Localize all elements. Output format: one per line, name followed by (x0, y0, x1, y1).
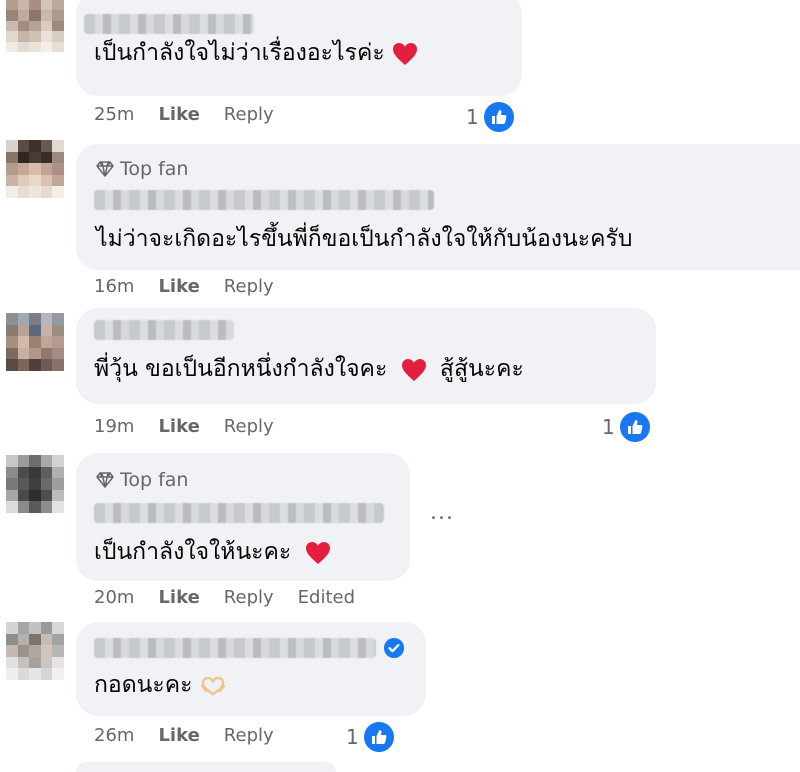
author-name-blurred[interactable] (84, 14, 254, 34)
reply-button[interactable]: Reply (224, 725, 274, 746)
verified-badge-icon (384, 638, 404, 658)
comment-bubble: พี่วุ้น ขอเป็นอีกหนึ่งกำลังใจคะ สู้สู้นะ… (76, 308, 656, 404)
like-icon (481, 100, 516, 134)
timestamp[interactable]: 20m (94, 587, 134, 608)
timestamp[interactable]: 19m (94, 416, 134, 437)
top-fan-badge: Top fan (96, 158, 188, 180)
avatar[interactable] (6, 140, 64, 198)
like-button[interactable]: Like (158, 416, 199, 437)
heart-emoji-icon (401, 358, 426, 381)
reply-button[interactable]: Reply (224, 587, 274, 608)
comment-actions: 25m Like Reply (94, 104, 274, 125)
next-comment-bubble-partial (76, 762, 336, 772)
reply-button[interactable]: Reply (224, 416, 274, 437)
heart-emoji-icon (393, 42, 418, 65)
comment-bubble: Top fan ไม่ว่าจะเกิดอะไรขึ้นพี่ก็ขอเป็นก… (76, 144, 800, 270)
comment-bubble: เป็นกำลังใจไม่ว่าเรื่องอะไรค่ะ (76, 0, 522, 96)
like-button[interactable]: Like (158, 725, 199, 746)
reaction-count: 1 (602, 415, 615, 439)
top-fan-badge: Top fan (96, 469, 188, 491)
avatar[interactable] (6, 622, 64, 680)
like-icon (617, 410, 652, 444)
reaction-summary[interactable]: 1 (602, 410, 652, 444)
reaction-count: 1 (466, 105, 479, 129)
reply-button[interactable]: Reply (224, 104, 274, 125)
edited-label[interactable]: Edited (298, 587, 355, 608)
comment-actions: 20m Like Reply Edited (94, 587, 355, 608)
like-button[interactable]: Like (158, 276, 199, 297)
comment-bubble: กอดนะคะ (76, 622, 426, 716)
avatar[interactable] (6, 455, 64, 513)
more-options-button[interactable]: ... (430, 500, 454, 525)
author-name-blurred[interactable] (94, 503, 384, 523)
reaction-summary[interactable]: 1 (346, 720, 396, 754)
reply-button[interactable]: Reply (224, 276, 274, 297)
diamond-icon (96, 472, 114, 488)
comment-text: เป็นกำลังใจให้นะคะ (94, 537, 331, 567)
comment-actions: 19m Like Reply (94, 416, 274, 437)
comment-text: กอดนะคะ (94, 670, 226, 700)
avatar[interactable] (6, 313, 64, 371)
like-button[interactable]: Like (158, 104, 199, 125)
author-name-blurred[interactable] (94, 638, 376, 658)
author-name-blurred[interactable] (94, 320, 234, 340)
timestamp[interactable]: 16m (94, 276, 134, 297)
timestamp[interactable]: 25m (94, 104, 134, 125)
heart-hands-emoji-icon (200, 676, 226, 695)
comment-text: ไม่ว่าจะเกิดอะไรขึ้นพี่ก็ขอเป็นกำลังใจให… (96, 226, 633, 252)
diamond-icon (96, 161, 114, 177)
comment-bubble: Top fan เป็นกำลังใจให้นะคะ (76, 453, 410, 581)
comment-text: พี่วุ้น ขอเป็นอีกหนึ่งกำลังใจคะ สู้สู้นะ… (94, 356, 524, 382)
reaction-count: 1 (346, 725, 359, 749)
avatar[interactable] (6, 0, 64, 52)
author-name-blurred[interactable] (94, 190, 434, 210)
heart-emoji-icon (305, 541, 330, 564)
reaction-summary[interactable]: 1 (466, 100, 516, 134)
comment-text: เป็นกำลังใจไม่ว่าเรื่องอะไรค่ะ (94, 38, 418, 68)
comment-actions: 16m Like Reply (94, 276, 274, 297)
like-icon (361, 720, 396, 754)
timestamp[interactable]: 26m (94, 725, 134, 746)
like-button[interactable]: Like (158, 587, 199, 608)
comment-actions: 26m Like Reply (94, 725, 274, 746)
